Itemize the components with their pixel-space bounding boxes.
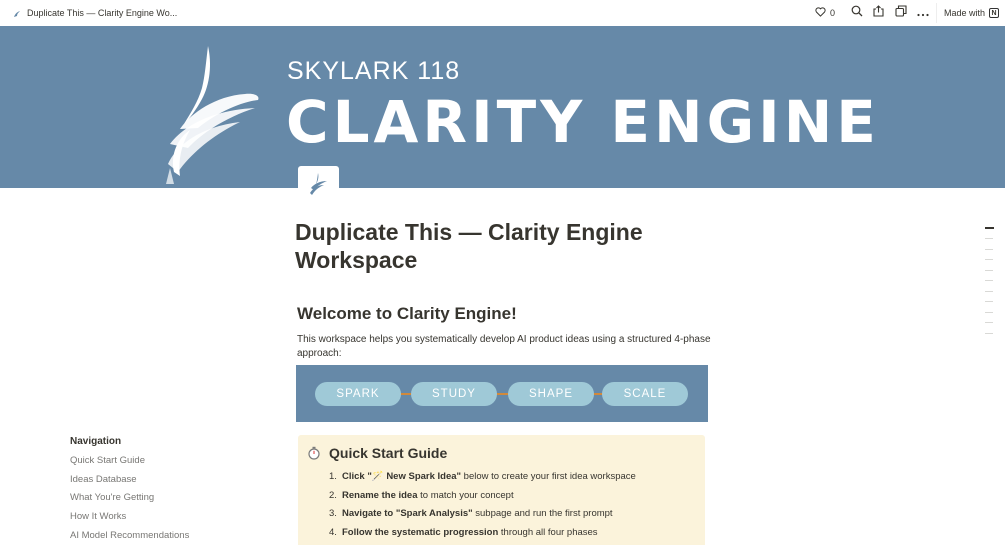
phase-pill-spark: SPARK [315,382,401,406]
outline-marker[interactable] [985,238,993,239]
phases-diagram: SPARK STUDY SHAPE SCALE [296,365,708,422]
navigation-heading: Navigation [70,436,122,447]
more-icon [917,4,929,22]
banner-title: CLARITY ENGINE [286,88,880,156]
phase-pill-scale: SCALE [602,382,688,406]
stopwatch-icon [307,446,321,460]
page-favicon-icon [12,8,22,18]
outline-marker[interactable] [985,269,993,271]
outline-marker[interactable] [985,332,993,334]
table-of-contents-outline[interactable] [985,227,995,343]
banner-subtitle: SKYLARK 118 [287,57,461,85]
outline-marker[interactable] [985,280,993,281]
nav-link-ideas-database[interactable]: Ideas Database [70,471,189,490]
notion-logo-icon: N [989,8,999,18]
more-options-button[interactable] [912,3,934,23]
like-button[interactable]: 0 [810,3,840,23]
quick-start-steps: 1. Click "🪄 New Spark Idea" below to crea… [329,468,636,543]
step-item: 1. Click "🪄 New Spark Idea" below to crea… [329,471,636,482]
outline-marker[interactable] [985,301,993,302]
intro-paragraph: This workspace helps you systematically … [297,334,711,359]
nav-link-what-youre-getting[interactable]: What You're Getting [70,489,189,508]
phase-pill-study: STUDY [411,382,497,406]
outline-marker[interactable] [985,322,993,323]
step-item: 3. Navigate to "Spark Analysis" subpage a… [329,508,613,520]
heart-icon [815,4,826,22]
brush-bird-icon [308,172,330,201]
outline-marker[interactable] [985,248,993,250]
share-button[interactable] [868,3,890,23]
nav-link-ai-model-recommendations[interactable]: AI Model Recommendations [70,527,189,545]
step-item: 4. Follow the systematic progression thro… [329,527,598,539]
navigation-panel: Navigation Quick Start Guide Ideas Datab… [70,436,189,545]
share-icon [873,4,885,22]
cover-banner: SKYLARK 118 CLARITY ENGINE [0,26,1005,188]
made-with-label: Made with [943,8,985,18]
page-icon[interactable] [298,166,339,207]
welcome-heading: Welcome to Clarity Engine! [297,304,517,323]
search-icon [851,4,863,22]
outline-marker[interactable] [985,259,993,260]
page-title: Duplicate This — Clarity Engine Workspac… [295,219,643,273]
made-with-notion-button[interactable]: Made with N [935,3,1005,23]
search-button[interactable] [846,3,868,23]
nav-link-how-it-works[interactable]: How It Works [70,508,189,527]
top-bar: Duplicate This — Clarity Engine Wo... 0 [0,0,1005,26]
duplicate-icon [895,4,907,22]
callout-title: Quick Start Guide [329,445,448,461]
nav-link-quick-start[interactable]: Quick Start Guide [70,452,189,471]
like-count: 0 [829,8,835,18]
step-item: 2. Rename the idea to match your concept [329,489,514,501]
page-breadcrumb[interactable]: Duplicate This — Clarity Engine Wo... [0,8,177,18]
outline-marker[interactable] [985,227,994,229]
outline-marker[interactable] [985,311,993,313]
duplicate-button[interactable] [890,3,912,23]
quick-start-callout: Quick Start Guide 1. Click "🪄 New Spark I… [298,435,705,545]
page-tab-title: Duplicate This — Clarity Engine Wo... [27,8,178,18]
outline-marker[interactable] [985,290,993,292]
phase-pill-shape: SHAPE [508,382,594,406]
brush-bird-logo-icon [160,44,270,188]
